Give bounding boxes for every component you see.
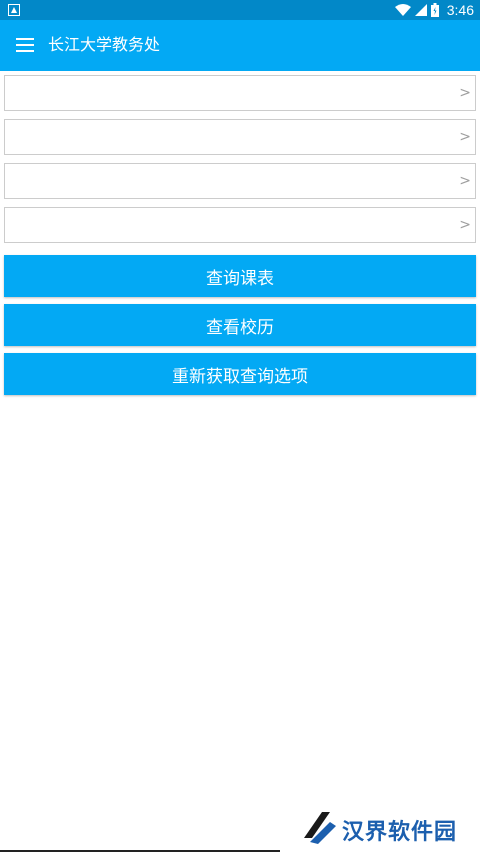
notification-icon [8, 4, 20, 16]
watermark-logo-icon [304, 812, 336, 844]
wifi-icon [394, 4, 411, 16]
refresh-options-button[interactable]: 重新获取查询选项 [4, 353, 476, 395]
chevron-right-icon: > [459, 85, 471, 101]
selector-4[interactable]: > [4, 207, 476, 243]
chevron-right-icon: > [459, 173, 471, 189]
watermark-text: 汉界软件园 [342, 820, 458, 845]
chevron-right-icon: > [459, 129, 471, 145]
status-time: 3:46 [446, 2, 474, 18]
signal-icon [414, 4, 427, 16]
menu-icon[interactable] [16, 38, 34, 52]
selector-2[interactable]: > [4, 119, 476, 155]
battery-icon [430, 3, 439, 17]
query-schedule-button[interactable]: 查询课表 [4, 255, 476, 297]
watermark: 汉界软件园 [300, 806, 470, 850]
chevron-right-icon: > [459, 217, 471, 233]
selector-1[interactable]: > [4, 75, 476, 111]
view-calendar-button[interactable]: 查看校历 [4, 304, 476, 346]
app-bar: 长江大学教务处 [0, 20, 480, 71]
page-title: 长江大学教务处 [48, 35, 161, 54]
divider [0, 850, 280, 852]
status-bar: 3:46 [0, 0, 480, 20]
status-icons: 3:46 [394, 0, 474, 20]
selector-3[interactable]: > [4, 163, 476, 199]
